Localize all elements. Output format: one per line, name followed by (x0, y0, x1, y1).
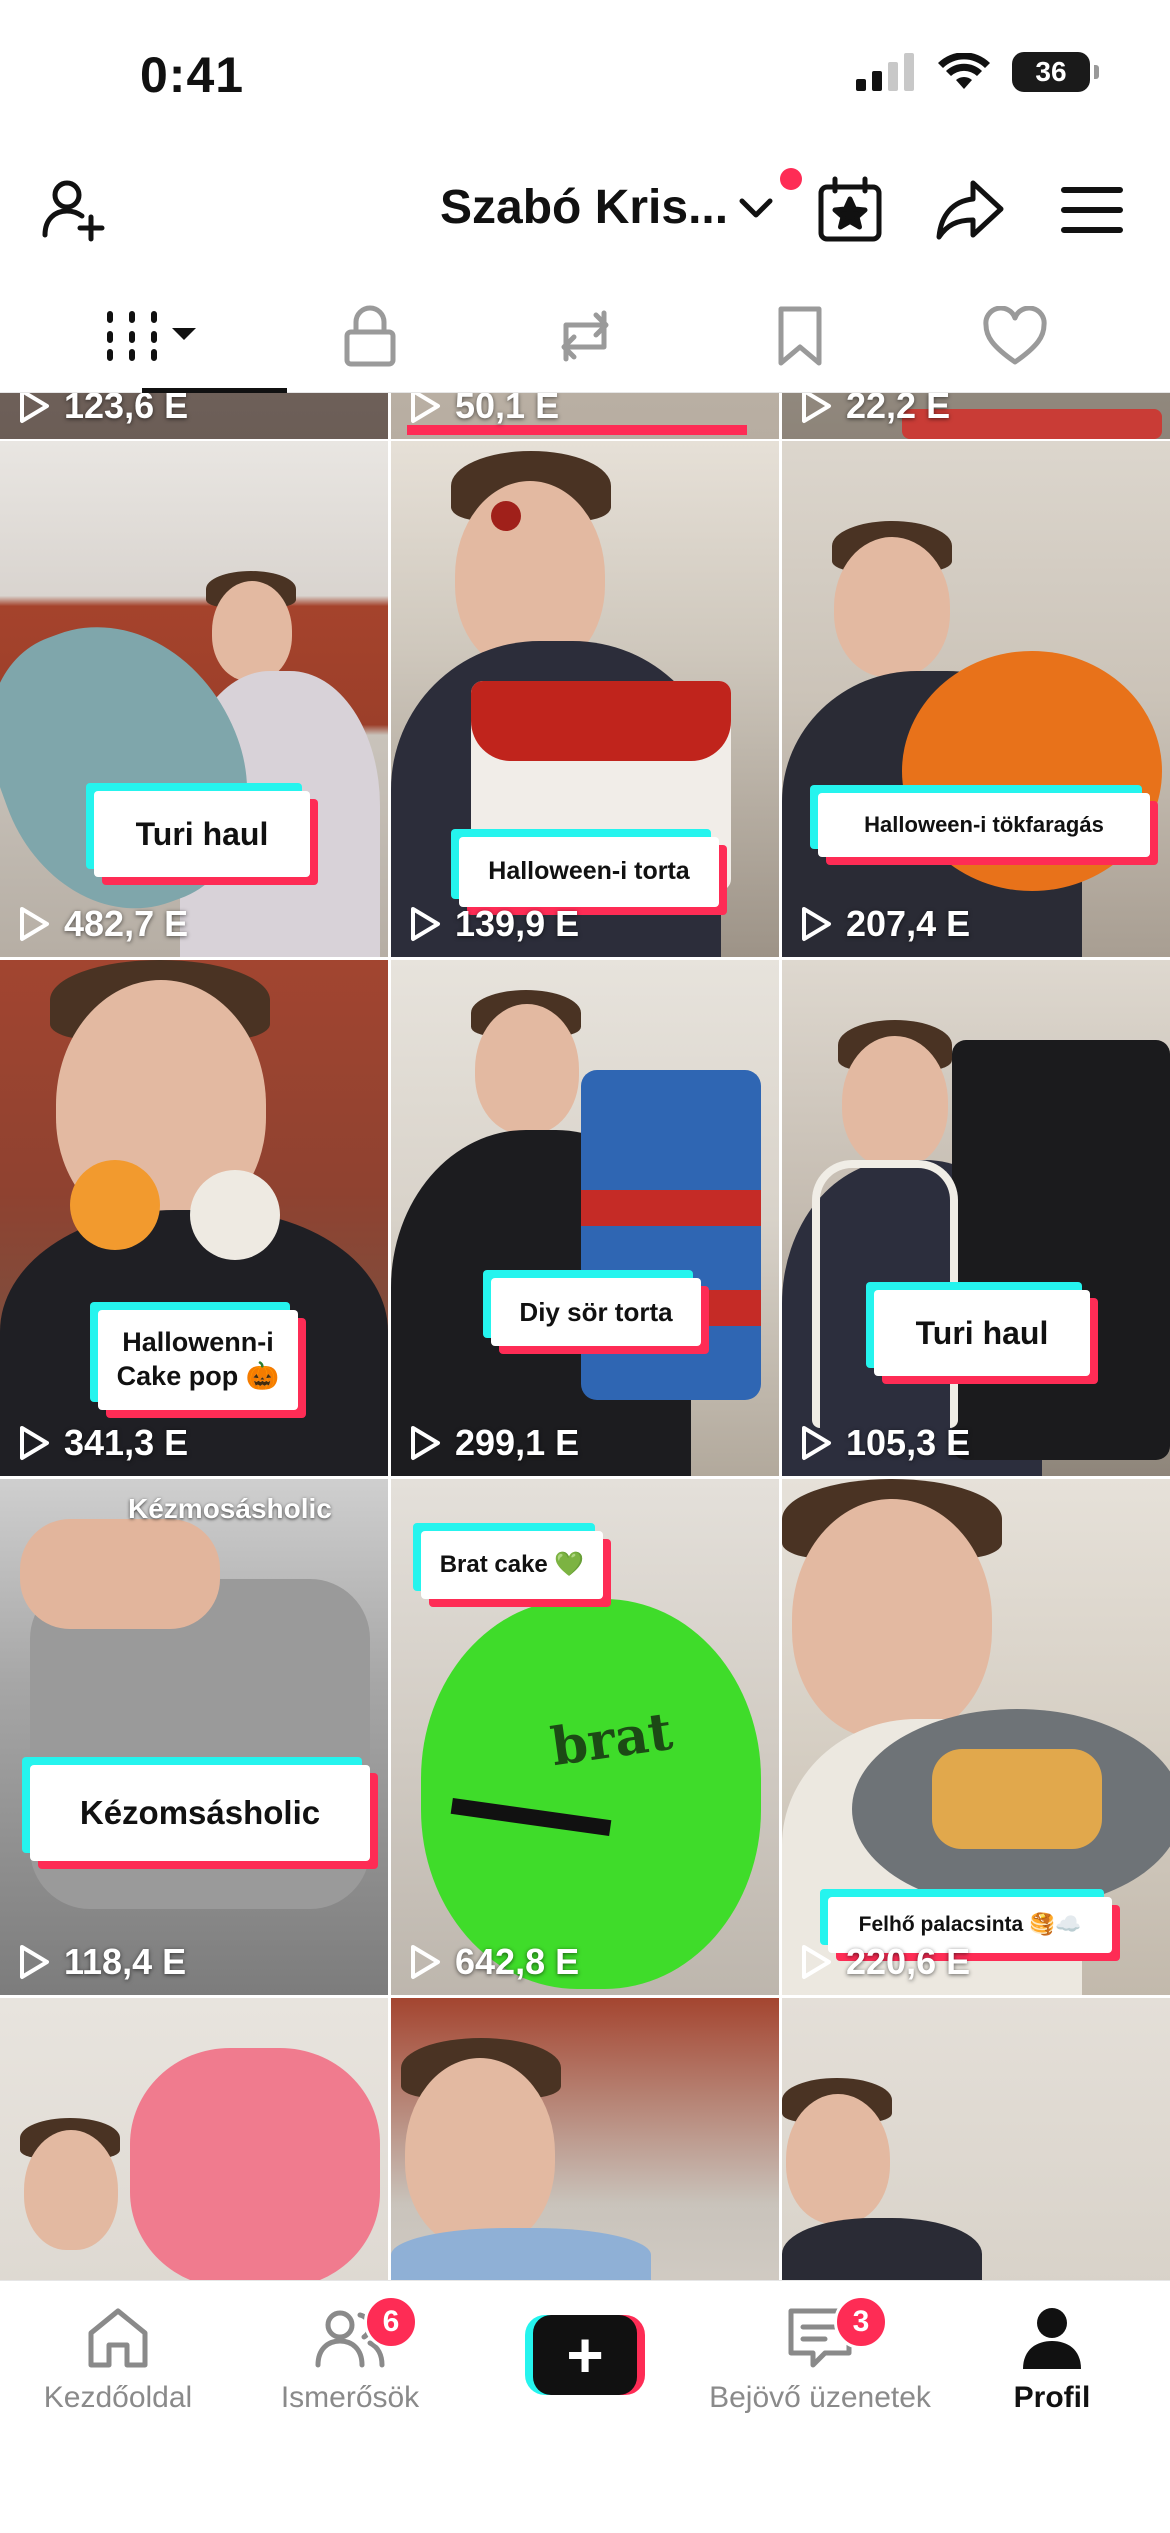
tab-inbox[interactable]: 3 Bejövő üzenetek (700, 2295, 940, 2415)
video-tile[interactable] (782, 1998, 1170, 2280)
view-count: 123,6 E (18, 393, 188, 427)
play-icon (20, 1426, 49, 1460)
menu-icon[interactable] (1056, 174, 1128, 246)
tab-friends[interactable]: 6 Ismerősök (230, 2295, 470, 2415)
play-icon (802, 1426, 831, 1460)
view-count: 50,1 E (409, 393, 559, 427)
tab-liked[interactable] (920, 280, 1110, 392)
view-count: 642,8 E (409, 1941, 579, 1983)
view-count: 482,7 E (18, 903, 188, 945)
video-tile[interactable] (0, 1998, 388, 2280)
home-icon (88, 2308, 148, 2368)
video-grid: 123,6 E 50,1 E 22,2 E Turi haul 482,7 E (0, 393, 1170, 2280)
video-tile[interactable]: 123,6 E (0, 393, 388, 439)
play-icon (411, 393, 440, 423)
profile-header: Szabó Kris... (0, 150, 1170, 270)
inbox-badge: 3 (834, 2295, 888, 2349)
video-caption: Brat cake 💚 (421, 1531, 603, 1599)
video-caption: Hallowenn-i Cake pop 🎃 (98, 1310, 298, 1410)
view-count: 220,6 E (800, 1941, 970, 1983)
view-count: 118,4 E (18, 1941, 186, 1983)
chevron-down-icon (739, 198, 773, 217)
video-grid-icon (107, 311, 196, 361)
view-count: 22,2 E (800, 393, 950, 427)
video-tile[interactable]: Turi haul 482,7 E (0, 441, 388, 957)
create-button[interactable]: + (525, 2315, 645, 2395)
cellular-signal-icon (856, 53, 914, 91)
video-tile[interactable]: Halloween-i torta 139,9 E (391, 441, 779, 957)
video-caption: Diy sör torta (491, 1278, 701, 1346)
video-caption: Turi haul (94, 791, 310, 877)
view-count: 105,3 E (800, 1422, 970, 1464)
video-tile[interactable]: Turi haul 105,3 E (782, 960, 1170, 1476)
play-icon (20, 1945, 49, 1979)
tab-home[interactable]: Kezdőoldal (0, 2303, 238, 2415)
video-caption: Kézomsásholic (30, 1765, 370, 1861)
play-icon (411, 907, 440, 941)
play-icon (802, 393, 831, 423)
video-tile[interactable] (391, 1998, 779, 2280)
video-tile[interactable]: Kézmosásholic Kézomsásholic 118,4 E (0, 1479, 388, 1995)
video-tile[interactable]: Felhő palacsinta 🥞☁️ 220,6 E (782, 1479, 1170, 1995)
video-caption: Turi haul (874, 1290, 1090, 1376)
share-icon[interactable] (934, 174, 1006, 246)
status-time: 0:41 (140, 47, 245, 103)
bookmark-icon (778, 306, 822, 366)
tab-inbox-label: Bejövő üzenetek (709, 2381, 931, 2414)
video-caption: Halloween-i torta (459, 837, 719, 907)
video-tile[interactable]: brat Brat cake 💚 642,8 E (391, 1479, 779, 1995)
battery-icon: 36 (1012, 52, 1099, 92)
notification-dot (780, 168, 802, 190)
friends-badge: 6 (364, 2295, 418, 2349)
play-icon (802, 1945, 831, 1979)
play-icon (20, 907, 49, 941)
tab-private[interactable] (275, 280, 465, 392)
view-count: 341,3 E (18, 1422, 188, 1464)
tab-favorites[interactable] (705, 280, 895, 392)
status-icons: 36 (856, 52, 1099, 92)
heart-icon (983, 306, 1047, 365)
profile-tabs (0, 280, 1170, 393)
video-tile[interactable]: 50,1 E (391, 393, 779, 439)
play-icon (802, 907, 831, 941)
account-switcher[interactable]: Szabó Kris... (440, 180, 776, 235)
video-tile[interactable]: Halloween-i tökfaragás 207,4 E (782, 441, 1170, 957)
play-icon (411, 1426, 440, 1460)
add-friend-icon[interactable] (38, 174, 110, 246)
video-tile[interactable]: Hallowenn-i Cake pop 🎃 341,3 E (0, 960, 388, 1476)
view-count: 139,9 E (409, 903, 579, 945)
lock-icon (344, 305, 396, 367)
bottom-tab-bar: Kezdőoldal 6 Ismerősök + 3 Bejövő üzenet… (0, 2280, 1170, 2533)
username: Szabó Kris... (440, 181, 729, 234)
tab-profile[interactable]: Profil (932, 2303, 1170, 2415)
tab-videos[interactable] (60, 280, 287, 393)
video-caption: Halloween-i tökfaragás (818, 793, 1150, 857)
play-icon (411, 1945, 440, 1979)
profile-icon (1023, 2308, 1081, 2369)
plus-icon: + (533, 2315, 637, 2395)
tab-profile-label: Profil (1013, 2381, 1091, 2414)
video-tile[interactable]: Diy sör torta 299,1 E (391, 960, 779, 1476)
tab-home-label: Kezdőoldal (43, 2381, 193, 2414)
view-count: 299,1 E (409, 1422, 579, 1464)
repost-icon (561, 310, 609, 362)
calendar-star-icon[interactable] (814, 174, 886, 246)
wifi-icon (938, 53, 990, 89)
tab-friends-label: Ismerősök (280, 2381, 420, 2414)
play-icon (20, 393, 49, 423)
video-overlay-text: Kézmosásholic (128, 1493, 332, 1524)
tab-reposts[interactable] (490, 280, 680, 392)
status-bar: 0:41 36 (0, 0, 1170, 150)
view-count: 207,4 E (800, 903, 970, 945)
video-tile[interactable]: 22,2 E (782, 393, 1170, 439)
